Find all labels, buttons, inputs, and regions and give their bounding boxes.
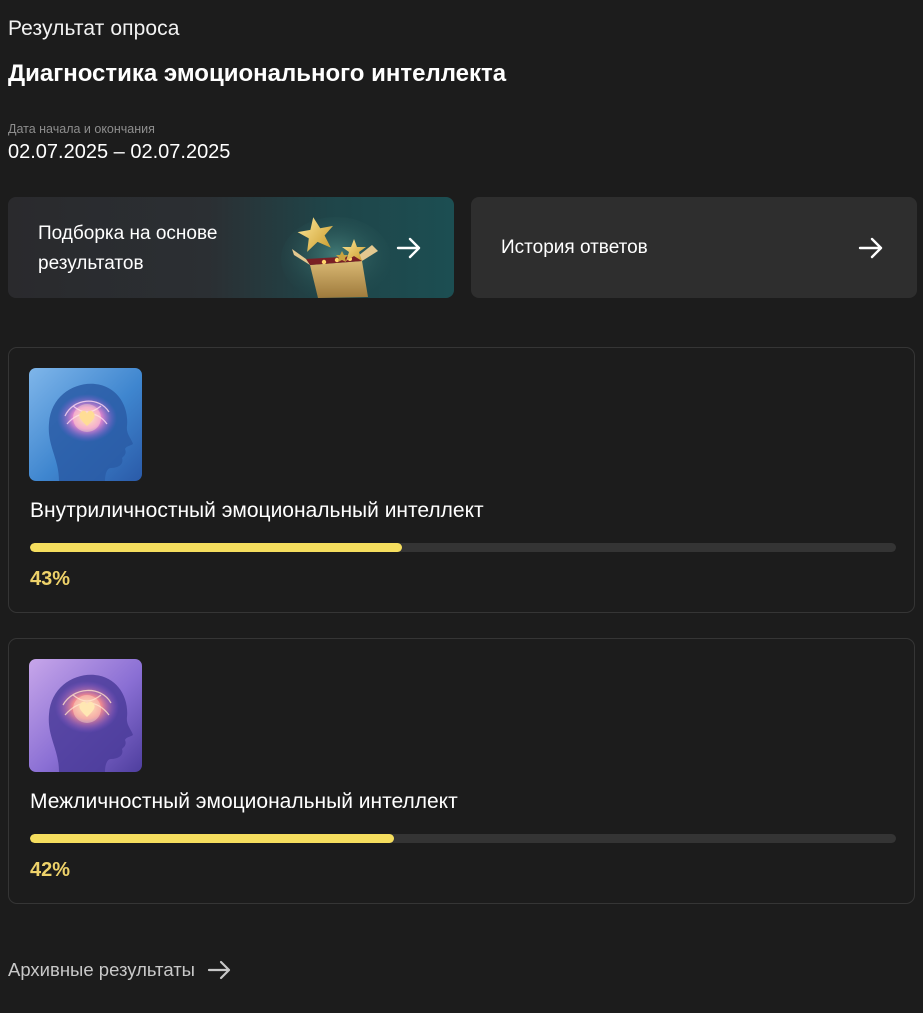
selection-label: Подборка на основе результатов [38, 223, 218, 274]
arrow-right-icon [858, 237, 883, 259]
result-card-intrapersonal: Внутриличностный эмоциональный интеллект… [8, 347, 915, 613]
progress-fill [30, 834, 394, 843]
result-percent: 43% [30, 568, 71, 590]
result-image [29, 659, 142, 772]
answer-history-button[interactable]: История ответов [471, 197, 917, 298]
gift-box-stars-icon [281, 217, 390, 298]
result-title: Межличностный эмоциональный интеллект [30, 790, 458, 813]
head-brain-heart-purple-icon [29, 659, 142, 772]
progress-fill [30, 543, 403, 552]
progress-bar [30, 543, 896, 552]
history-label: История ответов [501, 237, 648, 258]
arrow-right-icon [207, 960, 231, 980]
head-brain-heart-blue-icon [29, 368, 142, 481]
page-title: Диагностика эмоционального интеллекта [8, 60, 507, 87]
selection-based-on-results-button[interactable]: Подборка на основе результатов [8, 197, 454, 298]
result-percent: 42% [30, 859, 71, 881]
date-caption: Дата начала и окончания [8, 122, 155, 136]
archive-label: Архивные результаты [8, 959, 195, 980]
result-title: Внутриличностный эмоциональный интеллект [30, 499, 484, 522]
survey-result-page: Результат опроса Диагностика эмоциональн… [0, 0, 923, 1013]
arrow-right-icon [396, 237, 421, 259]
result-card-interpersonal: Межличностный эмоциональный интеллект 42… [8, 638, 915, 904]
date-range: 02.07.2025 – 02.07.2025 [8, 141, 231, 163]
result-image [29, 368, 142, 481]
survey-result-label: Результат опроса [8, 17, 180, 40]
archived-results-link[interactable]: Архивные результаты [8, 956, 233, 984]
progress-bar [30, 834, 896, 843]
